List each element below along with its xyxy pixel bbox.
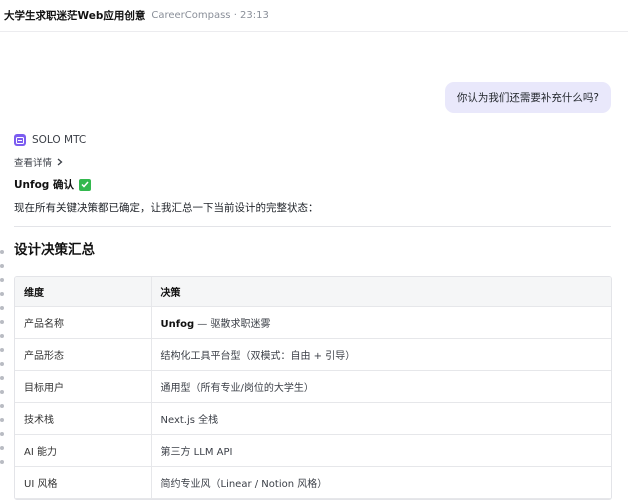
scroll-dot	[0, 278, 4, 282]
decision-table: 维度 决策 产品名称 Unfog — 驱散求职迷雾 产品形态 结构化工具平台型（…	[14, 276, 612, 500]
decision-cell: 通用型（所有专业/岗位的大学生）	[151, 370, 611, 403]
conversation-meta: CareerCompass · 23:13	[151, 10, 269, 21]
column-header-decision: 决策	[151, 277, 611, 307]
user-message-bubble: 你认为我们还需要补充什么吗?	[444, 82, 611, 113]
scroll-dot	[0, 264, 4, 268]
table-header-row: 维度 决策	[15, 277, 611, 307]
top-bar: 大学生求职迷茫Web应用创意 CareerCompass · 23:13	[0, 0, 628, 32]
dimension-cell: 产品形态	[15, 338, 152, 371]
dimension-cell: 产品名称	[15, 306, 152, 339]
scroll-dot	[0, 376, 4, 380]
product-name: Unfog	[160, 318, 195, 330]
scroll-dot	[0, 320, 4, 324]
decision-cell: 第三方 LLM API	[151, 434, 611, 467]
column-header-dimension: 维度	[15, 277, 152, 307]
scroll-dot	[0, 348, 4, 352]
agent-header: SOLO MTC	[14, 134, 86, 146]
table-row: 产品形态 结构化工具平台型（双模式：自由 + 引导）	[15, 338, 611, 371]
dimension-cell: UI 风格	[15, 466, 152, 499]
decision-cell: Next.js 全栈	[151, 402, 611, 435]
scroll-dot	[0, 404, 4, 408]
scroll-dot	[0, 250, 4, 254]
intro-text: 现在所有关键决策都已确定，让我汇总一下当前设计的完整状态：	[14, 202, 319, 214]
divider	[14, 226, 611, 227]
scroll-dot	[0, 362, 4, 366]
table-row: 产品名称 Unfog — 驱散求职迷雾	[15, 306, 611, 339]
confirm-label: Unfog 确认	[14, 179, 74, 191]
scroll-dot	[0, 432, 4, 436]
scroll-dot	[0, 292, 4, 296]
decision-cell: Unfog — 驱散求职迷雾	[151, 306, 611, 339]
table-row: UI 风格 简约专业风（Linear / Notion 风格）	[15, 466, 611, 499]
scroll-dot	[0, 306, 4, 310]
scroll-dot	[0, 418, 4, 422]
scroll-indicator[interactable]	[0, 250, 4, 464]
scroll-dot	[0, 390, 4, 394]
view-details-link[interactable]: 查看详情	[14, 155, 63, 169]
dimension-cell: 技术栈	[15, 402, 152, 435]
section-title: 设计决策汇总	[14, 242, 95, 258]
check-mark-icon	[78, 178, 91, 191]
decision-cell: 结构化工具平台型（双模式：自由 + 引导）	[151, 338, 611, 371]
dimension-cell: AI 能力	[15, 434, 152, 467]
product-tagline: — 驱散求职迷雾	[194, 318, 271, 330]
view-details-label: 查看详情	[14, 158, 53, 169]
agent-name: SOLO MTC	[32, 134, 87, 146]
decision-cell: 简约专业风（Linear / Notion 风格）	[151, 466, 611, 499]
chat-bubble-icon	[14, 134, 26, 146]
confirm-heading: Unfog 确认	[14, 177, 91, 192]
table-row: 目标用户 通用型（所有专业/岗位的大学生）	[15, 370, 611, 403]
scroll-dot	[0, 460, 4, 464]
chevron-right-icon	[57, 158, 63, 166]
table-row: AI 能力 第三方 LLM API	[15, 434, 611, 467]
scroll-dot	[0, 446, 4, 450]
conversation-title: 大学生求职迷茫Web应用创意	[4, 10, 146, 22]
table-row: 技术栈 Next.js 全栈	[15, 402, 611, 435]
scroll-dot	[0, 334, 4, 338]
dimension-cell: 目标用户	[15, 370, 152, 403]
